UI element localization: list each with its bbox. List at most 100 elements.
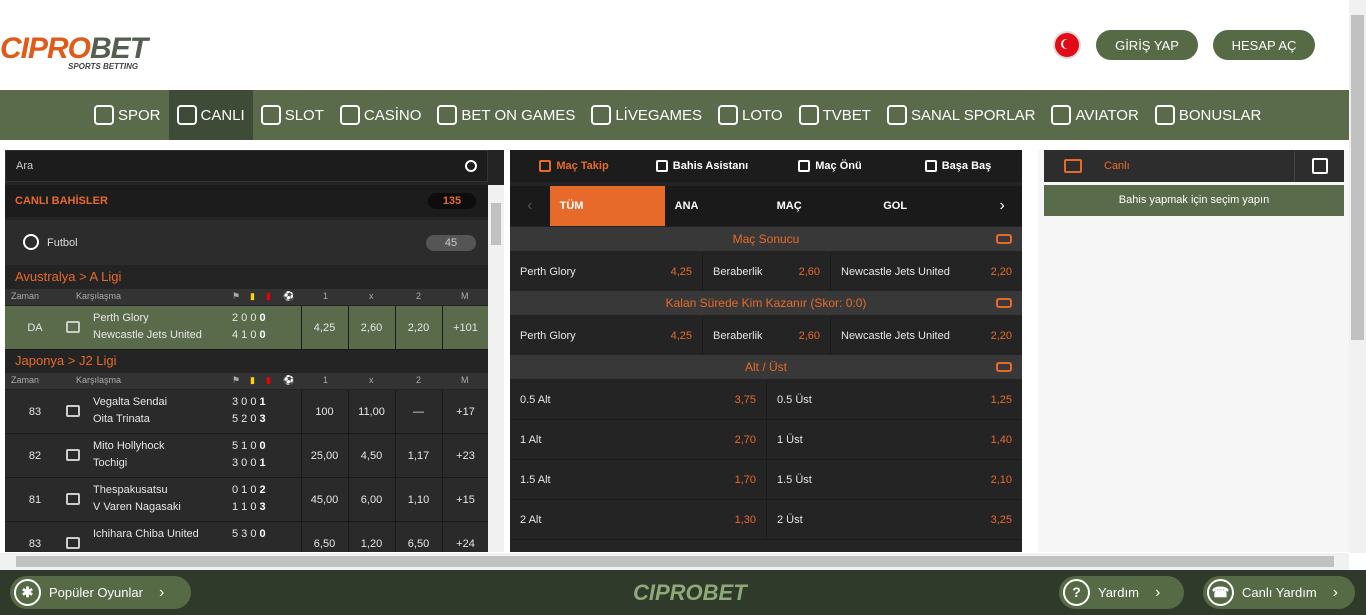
nav-item-label: LİVEGAMES (615, 106, 703, 124)
market-tab[interactable]: GOL BAHİSLERİ (873, 186, 978, 252)
odd-button[interactable]: 6,50 (395, 522, 441, 552)
header: CIPROBET SPORTS BETTING GİRİŞ YAP HESAP … (0, 0, 1348, 90)
nav-item-tvbet[interactable]: TVBET (791, 90, 879, 140)
sport-football[interactable]: Futbol 45 (5, 220, 488, 265)
odd-button[interactable]: 45,00 (301, 478, 347, 522)
more-markets[interactable]: +23 (442, 434, 488, 478)
odd-cell[interactable]: 0.5 Üst 1,25 (766, 380, 1022, 420)
odd-name: 2 Alt (520, 514, 542, 526)
odd-cell[interactable]: Beraberlik 2,60 (702, 316, 830, 356)
nav-item-canli[interactable]: CANLI (168, 90, 253, 140)
odd-value: 1,30 (734, 514, 756, 526)
odd-cell[interactable]: Perth Glory 4,25 (510, 316, 702, 356)
nav-item-bonuslar[interactable]: BONUSLAR (1147, 90, 1270, 140)
stats-icon[interactable] (66, 449, 80, 461)
odd-button[interactable]: 100 (301, 390, 347, 434)
logo[interactable]: CIPROBET SPORTS BETTING (0, 18, 150, 74)
market-title[interactable]: Alt / Üst (510, 355, 1022, 379)
chevron-left-icon[interactable]: ‹ (510, 186, 550, 226)
search-input[interactable]: Ara (5, 150, 488, 182)
nav-item-li̇vegames[interactable]: LİVEGAMES (583, 90, 710, 140)
odd-button[interactable]: 6,50 (301, 522, 347, 552)
market-title[interactable]: Maç Sonucu (510, 227, 1022, 251)
odd-button[interactable]: 1,10 (395, 478, 441, 522)
odd-cell[interactable]: 1 Alt 2,70 (510, 420, 766, 460)
match-row[interactable]: DA Perth Glory Newcastle Jets United 2 0 0 … (5, 306, 488, 350)
more-markets[interactable]: +101 (442, 306, 488, 350)
bet-slip-bar[interactable]: Canlı (1044, 150, 1344, 182)
odd-cell[interactable]: 0.5 Alt 3,75 (510, 380, 766, 420)
nav-item-aviator[interactable]: AVIATOR (1043, 90, 1146, 140)
tab-0[interactable]: Maç Takip (510, 150, 638, 182)
match-row[interactable]: 81 Thespakusatsu V Varen Nagasaki 0 1 0 2 1 … (5, 478, 488, 522)
popular-games-button[interactable]: ✱ Popüler Oyunlar › (10, 576, 191, 609)
odd-cell[interactable]: Newcastle Jets United 2,20 (830, 252, 1022, 292)
odd-button[interactable]: 2,20 (395, 306, 441, 350)
match-row[interactable]: 83 Ichihara Chiba United 5 3 0 0 6,50 1,20 6… (5, 522, 488, 552)
odd-button[interactable]: 4,25 (301, 306, 347, 350)
live-bets-header[interactable]: CANLI BAHİSLER 135 (5, 185, 488, 217)
stats-icon[interactable] (66, 537, 80, 549)
odd-cell[interactable]: Newcastle Jets United 2,20 (830, 316, 1022, 356)
help-button[interactable]: ? Yardım › (1059, 576, 1184, 609)
nav-item-sanal-sporlar[interactable]: SANAL SPORLAR (879, 90, 1044, 140)
market-title[interactable]: Kalan Sürede Kim Kazanır (Skor: 0:0) (510, 291, 1022, 315)
tab-2[interactable]: Maç Önü (766, 150, 894, 182)
turkey-flag-icon[interactable] (1053, 31, 1081, 59)
odd-button[interactable]: 11,00 (348, 390, 394, 434)
live-help-button[interactable]: ☎ Canlı Yardım › (1203, 576, 1355, 609)
stats-icon[interactable] (66, 493, 80, 505)
col-header: ⚑ (232, 375, 241, 385)
live-bets-title: CANLI BAHİSLER (15, 195, 108, 207)
odd-cell[interactable]: 1.5 Üst 2,10 (766, 460, 1022, 500)
tab-1[interactable]: Bahis Asistanı (638, 150, 766, 182)
odd-cell[interactable]: 2 Üst 3,25 (766, 500, 1022, 540)
login-button[interactable]: GİRİŞ YAP (1096, 30, 1198, 60)
nav-item-casi̇no[interactable]: CASİNO (332, 90, 430, 140)
market-tab[interactable]: TÜM MARKETLER (549, 186, 665, 252)
search-icon[interactable] (465, 160, 477, 172)
market-tab[interactable]: ANA BAHİSLER (665, 186, 767, 252)
odd-button[interactable]: 6,00 (348, 478, 394, 522)
odd-cell[interactable]: Beraberlik 2,60 (702, 252, 830, 292)
more-markets[interactable]: +17 (442, 390, 488, 434)
page-scrollbar[interactable] (1349, 0, 1366, 553)
odd-value: 1,40 (990, 434, 1012, 446)
nav-item-bet-on-games[interactable]: BET ON GAMES (429, 90, 583, 140)
match-row[interactable]: 83 Vegalta Sendai Oita Trinata 3 0 0 1 5 2 0… (5, 390, 488, 434)
chevron-right-icon[interactable]: › (982, 186, 1022, 226)
match-row[interactable]: 82 Mito Hollyhock Tochigi 5 1 0 0 3 0 0 1 25,… (5, 434, 488, 478)
market-tab[interactable]: MAÇ BAHİSLERİ (767, 186, 874, 252)
odd-button[interactable]: 25,00 (301, 434, 347, 478)
col-header: 2 (416, 375, 422, 385)
register-button[interactable]: HESAP AÇ (1213, 30, 1315, 60)
odd-button[interactable]: 1,20 (348, 522, 394, 552)
stats-icon[interactable] (66, 321, 80, 333)
league-title[interactable]: Avustralya > A Ligi (5, 266, 488, 288)
more-markets[interactable]: +15 (442, 478, 488, 522)
home-score: 0 (259, 440, 266, 452)
odd-button[interactable]: 1,17 (395, 434, 441, 478)
stats-icon[interactable] (66, 405, 80, 417)
odd-cell[interactable]: 2 Alt 1,30 (510, 500, 766, 540)
odd-cell[interactable]: 1.5 Alt 1,70 (510, 460, 766, 500)
gamepad-icon (886, 105, 907, 125)
tab-3[interactable]: Başa Baş (894, 150, 1022, 182)
odd-cell[interactable]: Perth Glory 4,25 (510, 252, 702, 292)
league-title[interactable]: Japonya > J2 Ligi (5, 350, 488, 372)
users-icon (924, 160, 937, 172)
more-markets[interactable]: +24 (442, 522, 488, 552)
odd-button[interactable]: 2,60 (348, 306, 394, 350)
odd-button[interactable]: — (395, 390, 441, 434)
odd-cell[interactable]: 1 Üst 1,40 (766, 420, 1022, 460)
nav-item-label: TVBET (822, 106, 871, 124)
horizontal-scrollbar[interactable] (0, 553, 1349, 570)
odd-name: 1 Üst (777, 434, 803, 446)
nav-item-loto[interactable]: LOTO (710, 90, 791, 140)
nav-item-slot[interactable]: SLOT (253, 90, 332, 140)
home-stats: 3 0 0 1 (232, 396, 266, 408)
nav-item-spor[interactable]: SPOR (86, 90, 169, 140)
calendar-button[interactable] (1294, 150, 1344, 182)
odd-button[interactable]: 4,50 (348, 434, 394, 478)
left-scrollbar[interactable] (488, 185, 504, 552)
